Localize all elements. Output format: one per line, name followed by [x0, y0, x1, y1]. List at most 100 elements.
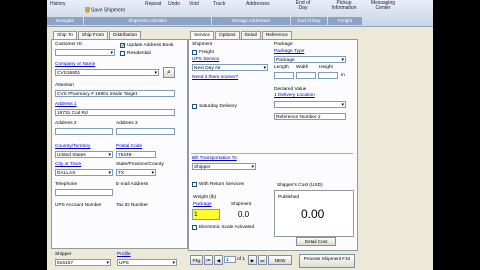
new-package-button[interactable]: NEW [268, 255, 292, 265]
ups-account-label: UPS Account Number [55, 203, 102, 208]
address3-label: Address 3 [116, 121, 138, 126]
detail-cost-button[interactable]: Detail Cost [296, 237, 336, 246]
freight-label: Freight [199, 50, 214, 55]
address1-label: Address 1 [55, 102, 77, 107]
shipper-label: Shipper [55, 252, 72, 257]
bill-transport-select[interactable]: Shipper [192, 163, 256, 170]
left-tab-strip: Ship To Ship From Distribution [53, 31, 142, 40]
pickup-information-button[interactable]: Pickup Information [328, 1, 360, 11]
pkg-of-label: of 1 [237, 257, 246, 262]
country-select[interactable]: United States [55, 151, 113, 158]
track-button[interactable]: Track [213, 1, 225, 7]
next-page-button[interactable]: ▶ [248, 255, 257, 265]
right-tab-strip: Service Options Detail Reference [190, 31, 293, 40]
divider [191, 153, 353, 154]
update-address-book-label: Update Address Book [127, 43, 174, 48]
last-page-icon: ⏭ [260, 258, 265, 263]
reference-number2-field[interactable]: Reference Number 2 [274, 113, 346, 120]
ups-service-label: UPS Service [192, 57, 220, 62]
state-select[interactable]: TX [116, 169, 156, 176]
saturday-delivery-checkbox[interactable] [192, 104, 197, 109]
update-address-book-checkbox[interactable]: ✓ [120, 43, 125, 49]
bill-transport-label: Bill Transportation To [192, 156, 237, 161]
residential-checkbox[interactable] [120, 51, 125, 56]
address2-field[interactable] [55, 128, 113, 135]
addresses-button[interactable]: Addresses [246, 1, 270, 7]
first-page-button[interactable]: ⏮ [204, 255, 213, 265]
service-panel: Shipment Freight UPS Service Next Day Ai… [188, 39, 358, 251]
return-services-checkbox[interactable] [192, 182, 197, 187]
pkg-button[interactable]: Pkg [190, 255, 203, 265]
delivery-location-label: 1 Delivery Location [274, 93, 315, 98]
package-type-select[interactable]: Package [274, 56, 346, 63]
prev-page-button[interactable]: ◀ [214, 255, 223, 265]
ups-service-select[interactable]: Next Day Air [192, 64, 268, 71]
group-navigate: Navigate [47, 17, 83, 25]
city-select[interactable]: DALLAS [55, 169, 113, 176]
shipper-cost-box: Published 0.00 [274, 190, 354, 237]
shipper-select[interactable]: 816167 [55, 259, 111, 266]
customer-id-label: Customer ID [55, 42, 82, 47]
customer-id-field[interactable] [55, 49, 115, 56]
first-page-icon: ⏮ [206, 258, 211, 263]
postal-code-label: Postal Code [116, 144, 143, 149]
freight-checkbox[interactable] [192, 50, 197, 55]
history-button[interactable]: History [50, 1, 66, 7]
group-end-of-day: End of Day [291, 17, 327, 25]
void-button[interactable]: Void [189, 1, 199, 7]
group-storage-addresses: Storage Addresses [212, 17, 290, 25]
electronic-scale-checkbox[interactable] [192, 225, 197, 230]
email-label: E-mail Address [116, 182, 149, 187]
dimension-unit: in [341, 73, 345, 78]
height-label: Height [319, 65, 333, 70]
tax-id-label: Tax ID Number [116, 203, 148, 208]
undo-button[interactable]: Undo [168, 1, 180, 7]
length-field[interactable] [274, 72, 294, 79]
residential-label: Residential [127, 51, 151, 56]
address3-field[interactable] [116, 128, 175, 135]
width-field[interactable] [296, 72, 316, 79]
save-shipment-label: Save Shipment [91, 7, 125, 14]
process-shipment-button[interactable]: Process Shipment F10 [299, 254, 355, 268]
profile-label: Profile [117, 252, 131, 257]
country-label: Country/Territory [55, 144, 91, 149]
search-button[interactable]: ⌕ [163, 67, 175, 78]
attention-label: Attention [55, 83, 74, 88]
attention-field[interactable]: CVS Pharmacy # 16801 inside Target [55, 90, 175, 97]
company-label: Company or Name [55, 62, 96, 67]
next-page-icon: ▶ [250, 258, 255, 263]
address1-field[interactable]: 16731 Coit Rd [55, 109, 175, 116]
pkg-page-field[interactable]: 1 [224, 256, 236, 263]
package-type-label: Package Type [274, 49, 305, 54]
save-shipment-button[interactable]: Save Shipment [85, 7, 125, 13]
telephone-label: Telephone [55, 182, 78, 187]
electronic-scale-label: Electronic Scale Activated [199, 225, 255, 230]
end-of-day-button[interactable]: End of Day [294, 1, 312, 11]
shipper-cost-label: Shipper's Cost (USD) [277, 183, 323, 188]
postal-code-field[interactable]: 75248- [116, 151, 156, 158]
main-toolbar: History Save Shipment Repeat Undo Void T… [47, 0, 433, 27]
shipment-label: Shipment [192, 42, 213, 47]
messaging-center-button[interactable]: Messaging Center [367, 1, 399, 11]
left-black-gutter [0, 0, 47, 270]
repeat-button[interactable]: Repeat [145, 1, 161, 7]
state-label: State/Province/County [116, 162, 164, 167]
weight-shipment-value: 0.0 [238, 210, 250, 219]
delivery-location-select[interactable] [274, 101, 346, 108]
declared-value-label: Declared Value [274, 87, 307, 92]
search-icon: ⌕ [167, 69, 171, 76]
height-field[interactable] [318, 72, 338, 79]
weight-package-label: Package [193, 202, 212, 207]
shipping-form-panel: Ship To Ship From Distribution Customer … [47, 27, 433, 270]
weight-package-field[interactable]: 1 [192, 209, 220, 220]
last-page-button[interactable]: ⏭ [258, 255, 267, 265]
group-shipment-activities: Shipment Activities [84, 17, 211, 25]
return-services-label: With Return Services [199, 182, 245, 187]
published-label: Published [278, 195, 300, 200]
need-it-sooner-link[interactable]: Need it there sooner? [192, 75, 238, 80]
profile-select[interactable]: UPS [117, 259, 177, 266]
city-label: City or Town [55, 162, 82, 167]
company-field[interactable]: CVS16801 [55, 69, 159, 76]
telephone-field[interactable] [55, 189, 113, 196]
published-value: 0.00 [301, 207, 325, 221]
